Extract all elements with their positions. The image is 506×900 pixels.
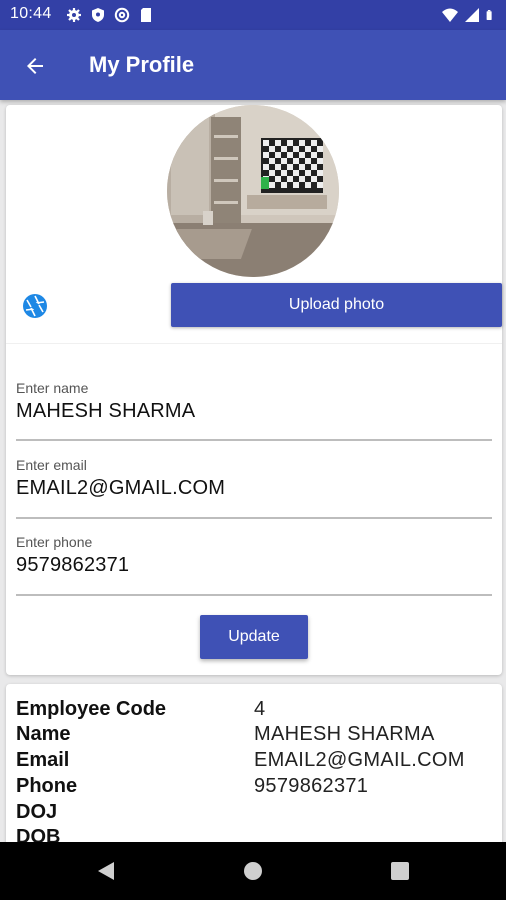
phone-underline <box>16 594 492 596</box>
detail-key: Email <box>16 749 70 771</box>
at-sign-icon <box>114 7 130 23</box>
email-field[interactable]: Enter email EMAIL2@GMAIL.COM <box>16 457 492 500</box>
upload-photo-button[interactable]: Upload photo <box>171 283 502 327</box>
arrow-left-icon <box>27 58 43 74</box>
detail-key: Name <box>16 723 71 745</box>
battery-icon <box>486 10 492 20</box>
status-time: 10:44 <box>10 5 52 22</box>
profile-photo[interactable] <box>167 105 339 277</box>
profile-card: Upload photo Enter name MAHESH SHARMA En… <box>6 105 502 675</box>
wifi-icon <box>442 8 458 22</box>
detail-row-employee-code: Employee Code 4 <box>16 698 496 724</box>
detail-key: Phone <box>16 775 78 797</box>
detail-row-name: Name MAHESH SHARMA <box>16 723 496 749</box>
app-bar: My Profile <box>0 30 506 100</box>
phone-label: Enter phone <box>16 534 93 550</box>
status-icons-right <box>442 7 496 23</box>
status-icons-left <box>66 7 154 23</box>
name-field[interactable]: Enter name MAHESH SHARMA <box>16 380 492 423</box>
status-bar: 10:44 <box>0 0 506 30</box>
phone-input[interactable]: 9579862371 <box>16 554 492 577</box>
room-photo <box>167 105 339 277</box>
detail-value: MAHESH SHARMA <box>254 723 435 745</box>
recents-square-icon[interactable] <box>390 861 410 881</box>
detail-row-phone: Phone 9579862371 <box>16 775 496 801</box>
detail-key: Employee Code <box>16 698 167 720</box>
detail-value: EMAIL2@GMAIL.COM <box>254 749 465 771</box>
email-underline <box>16 517 492 519</box>
gear-icon <box>67 8 81 22</box>
phone-field[interactable]: Enter phone 9579862371 <box>16 534 492 577</box>
camera-aperture-icon <box>23 294 47 318</box>
detail-key: DOJ <box>16 801 58 823</box>
email-label: Enter email <box>16 457 87 473</box>
name-label: Enter name <box>16 380 89 396</box>
home-circle-icon[interactable] <box>243 861 263 881</box>
detail-row-email: Email EMAIL2@GMAIL.COM <box>16 749 496 775</box>
camera-button[interactable] <box>22 293 48 319</box>
back-button[interactable] <box>16 47 54 85</box>
email-input[interactable]: EMAIL2@GMAIL.COM <box>16 477 492 500</box>
name-input[interactable]: MAHESH SHARMA <box>16 400 492 423</box>
signal-icon <box>465 8 479 22</box>
divider <box>6 343 502 344</box>
system-nav-bar <box>0 842 506 900</box>
update-button[interactable]: Update <box>200 615 308 659</box>
detail-row-doj: DOJ <box>16 801 496 827</box>
sd-card-icon <box>141 8 151 22</box>
detail-value: 4 <box>254 698 266 720</box>
details-card: Employee Code 4 Name MAHESH SHARMA Email… <box>6 684 502 854</box>
detail-value: 9579862371 <box>254 775 369 797</box>
back-triangle-icon[interactable] <box>96 861 116 881</box>
shield-icon <box>92 8 104 22</box>
name-underline <box>16 439 492 441</box>
page-title: My Profile <box>89 52 195 77</box>
